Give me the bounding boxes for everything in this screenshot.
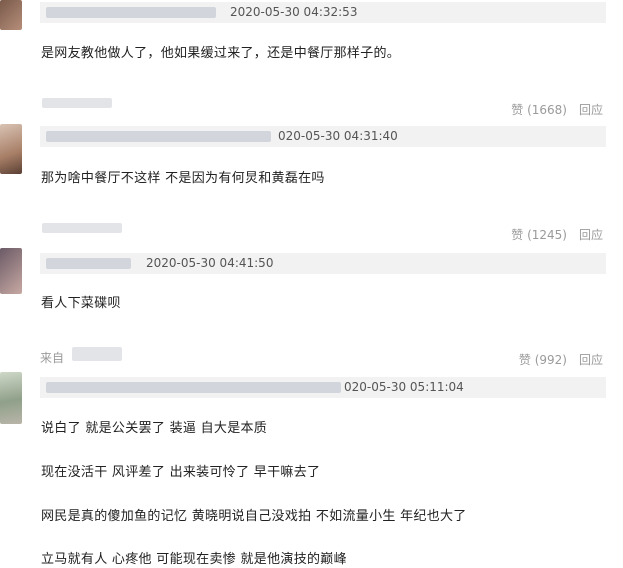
reply-button[interactable]: 回应 — [579, 351, 603, 368]
like-button[interactable]: 赞 (1668) — [511, 101, 567, 118]
reply-button[interactable]: 回应 — [579, 226, 603, 243]
reply-button[interactable]: 回应 — [579, 101, 603, 118]
comment-header-bar: 020-05-30 05:11:04 — [40, 377, 606, 398]
blurred-username — [46, 382, 341, 393]
comment-header-bar: 2020-05-30 04:41:50 — [40, 253, 606, 274]
comment-text: 是网友教他做人了，他如果缓过来了，还是中餐厅那样子的。 — [41, 46, 401, 61]
comment-text: 那为啥中餐厅不这样 不是因为有何炅和黄磊在吗 — [41, 171, 325, 186]
comment-actions: 赞 (1668) 回应 — [511, 101, 603, 118]
blurred-username — [46, 131, 271, 142]
comment-timestamp: 2020-05-30 04:32:53 — [230, 5, 358, 19]
blurred-source — [72, 347, 122, 361]
avatar[interactable] — [0, 0, 22, 30]
comment-header-bar: 2020-05-30 04:32:53 — [40, 2, 606, 23]
comment-text: 看人下菜碟呗 — [41, 296, 121, 311]
comment-line: 现在没活干 风评差了 出来装可怜了 早干嘛去了 — [41, 465, 321, 480]
avatar[interactable] — [0, 124, 22, 174]
blurred-source — [42, 98, 112, 108]
comment-timestamp: 020-05-30 05:11:04 — [344, 380, 464, 394]
comment-line: 立马就有人 心疼他 可能现在卖惨 就是他演技的巅峰 — [41, 552, 347, 567]
avatar[interactable] — [0, 248, 22, 294]
blurred-source — [42, 223, 122, 233]
comment-line: 说白了 就是公关罢了 装逼 自大是本质 — [41, 421, 268, 436]
like-button[interactable]: 赞 (1245) — [511, 226, 567, 243]
blurred-username — [46, 7, 216, 18]
comment-timestamp: 020-05-30 04:31:40 — [278, 129, 398, 143]
comment-actions: 赞 (1245) 回应 — [511, 226, 603, 243]
like-button[interactable]: 赞 (992) — [519, 351, 567, 368]
comment-timestamp: 2020-05-30 04:41:50 — [146, 256, 274, 270]
source-label: 来自 — [40, 351, 65, 365]
avatar[interactable] — [0, 372, 22, 424]
blurred-username — [46, 258, 131, 269]
comment-line: 网民是真的傻加鱼的记忆 黄晓明说自己没戏拍 不如流量小生 年纪也大了 — [41, 509, 467, 524]
comment-actions: 赞 (992) 回应 — [519, 351, 603, 368]
comment-header-bar: 020-05-30 04:31:40 — [40, 126, 606, 147]
